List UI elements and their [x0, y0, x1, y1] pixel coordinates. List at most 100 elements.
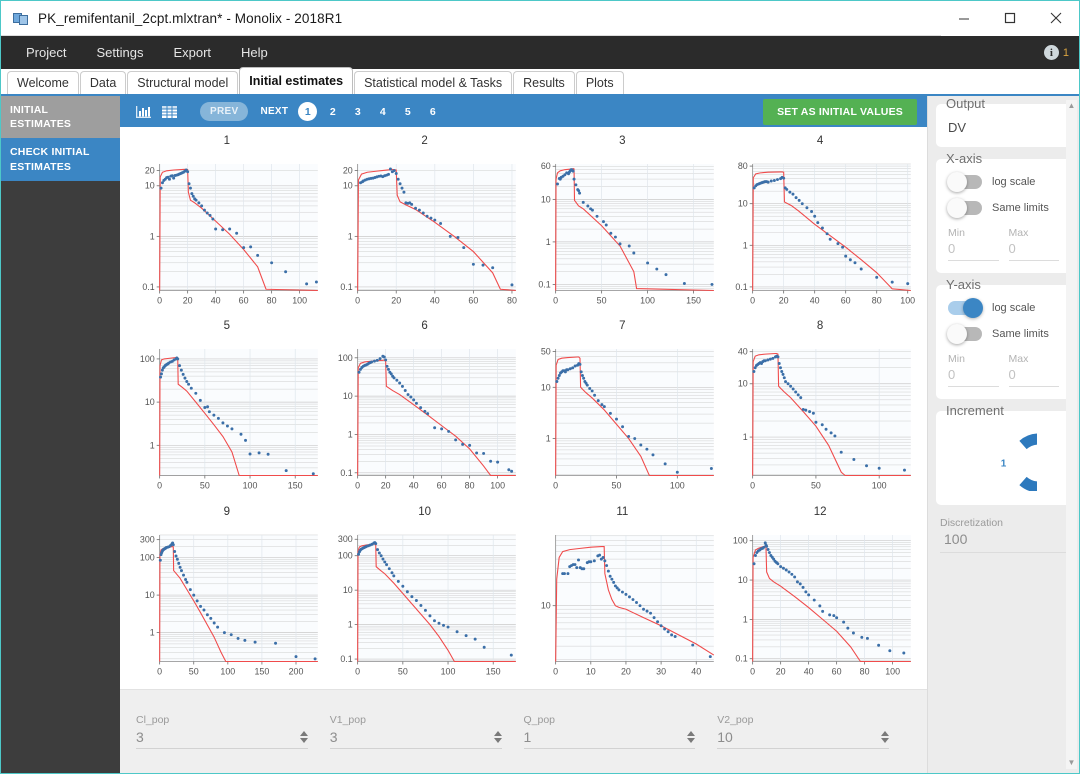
increment-gauge[interactable]: 1 — [948, 427, 1059, 493]
close-button[interactable] — [1033, 0, 1079, 36]
parameter-stepper[interactable] — [299, 731, 308, 745]
info-icon[interactable]: i — [1043, 45, 1059, 60]
svg-text:50: 50 — [200, 481, 210, 491]
svg-text:0: 0 — [157, 295, 162, 305]
svg-text:80: 80 — [464, 481, 474, 491]
plot-panel-title: 10 — [418, 505, 432, 518]
svg-text:10: 10 — [585, 666, 595, 676]
page-button-6[interactable]: 6 — [423, 102, 442, 121]
svg-text:10: 10 — [540, 383, 550, 393]
page-button-2[interactable]: 2 — [323, 102, 342, 121]
svg-text:100: 100 — [669, 481, 684, 491]
svg-text:100: 100 — [292, 295, 307, 305]
left-rail: INITIAL ESTIMATES CHECK INITIAL ESTIMATE… — [1, 96, 120, 773]
plot-panel-title: 2 — [421, 135, 428, 147]
x-log-scale-toggle[interactable] — [947, 172, 982, 192]
scroll-down-arrow[interactable]: ▼ — [1068, 757, 1076, 769]
svg-text:100: 100 — [901, 295, 916, 305]
parameter-label: V1_pop — [329, 714, 366, 726]
menu-item-help[interactable]: Help — [226, 39, 283, 66]
sidebar-item-initial-estimates[interactable]: INITIAL ESTIMATES — [1, 96, 120, 139]
settings-scrollbar[interactable]: ▲ ▼ — [1066, 100, 1077, 769]
minimize-button[interactable] — [941, 0, 987, 36]
tab-structural-model[interactable]: Structural model — [127, 71, 239, 94]
tab-plots[interactable]: Plots — [575, 71, 624, 94]
y-same-limits-toggle[interactable] — [947, 324, 982, 344]
svg-text:100: 100 — [872, 481, 887, 491]
plot-panel-title: 9 — [223, 505, 231, 518]
plot-panel-3[interactable]: 3 0.1 1 10 60 0 50 100 150 — [524, 133, 722, 318]
plot-panel-11[interactable]: 11 10 0 10 20 30 40 — [524, 504, 722, 689]
plot-panel-title: 4 — [816, 135, 824, 147]
tab-welcome[interactable]: Welcome — [7, 71, 79, 94]
x-min-input[interactable]: 0 — [948, 241, 999, 261]
main-tab-bar: Welcome Data Structural model Initial es… — [1, 67, 1079, 96]
plot-canvas: 0.1 1 10 100 300 0 50 100 150 — [328, 519, 522, 689]
page-button-3[interactable]: 3 — [348, 102, 367, 121]
svg-text:100: 100 — [640, 295, 655, 305]
set-as-initial-values-button[interactable]: SET AS INITIAL VALUES — [763, 98, 917, 125]
svg-text:100: 100 — [885, 666, 900, 676]
sidebar-item-check-initial-estimates[interactable]: CHECK INITIAL ESTIMATES — [1, 138, 120, 181]
parameter-label: V2_pop — [717, 714, 754, 726]
plot-panel-2[interactable]: 2 0.1 1 10 20 0 20 40 60 80 — [326, 133, 524, 318]
info-count-label: 1 — [1062, 46, 1069, 59]
parameter-stepper[interactable] — [493, 731, 502, 745]
plot-panel-6[interactable]: 6 0.1 1 10 100 0 20 40 60 80 100 — [326, 318, 524, 503]
svg-text:20: 20 — [380, 481, 390, 491]
y-min-input[interactable]: 0 — [948, 367, 999, 387]
parameter-label: Q_pop — [523, 714, 556, 726]
discretization-label: Discretization — [940, 517, 1004, 529]
scroll-up-arrow[interactable]: ▲ — [1068, 100, 1076, 112]
parameter-stepper[interactable] — [687, 731, 696, 745]
discretization-input[interactable]: 100 — [940, 531, 1067, 553]
parameter-value-input[interactable]: 10 — [717, 729, 881, 745]
plot-panel-10[interactable]: 10 0.1 1 10 100 300 0 50 100 150 — [326, 504, 524, 689]
plot-canvas: 1 10 50 0 50 100 — [526, 333, 720, 503]
svg-text:20: 20 — [776, 666, 786, 676]
settings-scroll-area: Output DV X-axis log scale Same limits M… — [928, 96, 1079, 773]
svg-text:0.1: 0.1 — [340, 282, 352, 292]
maximize-button[interactable] — [987, 0, 1033, 36]
tab-results[interactable]: Results — [513, 71, 575, 94]
parameter-value-input[interactable]: 3 — [136, 729, 300, 745]
y-max-input[interactable]: 0 — [1008, 367, 1059, 387]
x-max-input[interactable]: 0 — [1008, 241, 1059, 261]
plot-canvas: 0.1 1 10 60 0 50 100 150 — [526, 148, 720, 318]
plot-panel-9[interactable]: 9 1 10 100 300 0 50 100 150 200 — [128, 504, 326, 689]
page-button-4[interactable]: 4 — [373, 102, 392, 121]
discretization-field: Discretization 100 — [936, 517, 1071, 553]
parameter-stepper[interactable] — [881, 731, 889, 745]
parameter-value-input[interactable]: 3 — [330, 729, 494, 745]
plot-panel-5[interactable]: 5 1 10 100 0 50 100 150 — [128, 318, 326, 503]
svg-text:20: 20 — [391, 295, 401, 305]
parameter-value-input[interactable]: 1 — [524, 729, 688, 745]
plot-panel-4[interactable]: 4 0.1 1 10 80 0 20 40 60 80 100 — [721, 133, 919, 318]
next-button[interactable]: NEXT — [256, 102, 292, 121]
tab-initial-estimates[interactable]: Initial estimates — [239, 67, 354, 94]
menu-item-export[interactable]: Export — [158, 39, 226, 66]
svg-text:150: 150 — [686, 295, 701, 305]
menu-item-settings[interactable]: Settings — [81, 39, 158, 66]
page-button-5[interactable]: 5 — [398, 102, 417, 121]
bar-chart-icon[interactable] — [130, 102, 156, 122]
svg-text:1: 1 — [545, 434, 550, 444]
x-log-scale-label: log scale — [992, 176, 1036, 188]
plot-panel-12[interactable]: 12 0.1 1 10 100 0 20 40 60 80 100 — [721, 504, 919, 689]
tab-statistical-model-tasks[interactable]: Statistical model & Tasks — [354, 71, 513, 94]
plot-panel-title: 3 — [619, 135, 626, 147]
x-same-limits-toggle[interactable] — [947, 198, 982, 218]
page-button-1[interactable]: 1 — [298, 102, 318, 121]
increment-value: 1 — [1000, 458, 1007, 470]
menu-item-project[interactable]: Project — [11, 39, 81, 66]
table-grid-icon[interactable] — [156, 102, 182, 122]
y-log-scale-toggle[interactable] — [948, 298, 983, 318]
output-value[interactable]: DV — [948, 120, 1059, 135]
plot-panel-8[interactable]: 8 1 10 40 0 50 100 — [721, 318, 919, 503]
plot-panel-7[interactable]: 7 1 10 50 0 50 100 — [524, 318, 722, 503]
prev-button[interactable]: PREV — [200, 102, 249, 121]
title-bar: PK_remifentanil_2cpt.mlxtran* - Monolix … — [1, 0, 1079, 36]
plot-panel-title: 5 — [223, 320, 231, 333]
tab-data[interactable]: Data — [79, 71, 127, 94]
plot-panel-1[interactable]: 1 0.1 1 10 20 0 20 40 60 80 100 — [128, 133, 326, 318]
